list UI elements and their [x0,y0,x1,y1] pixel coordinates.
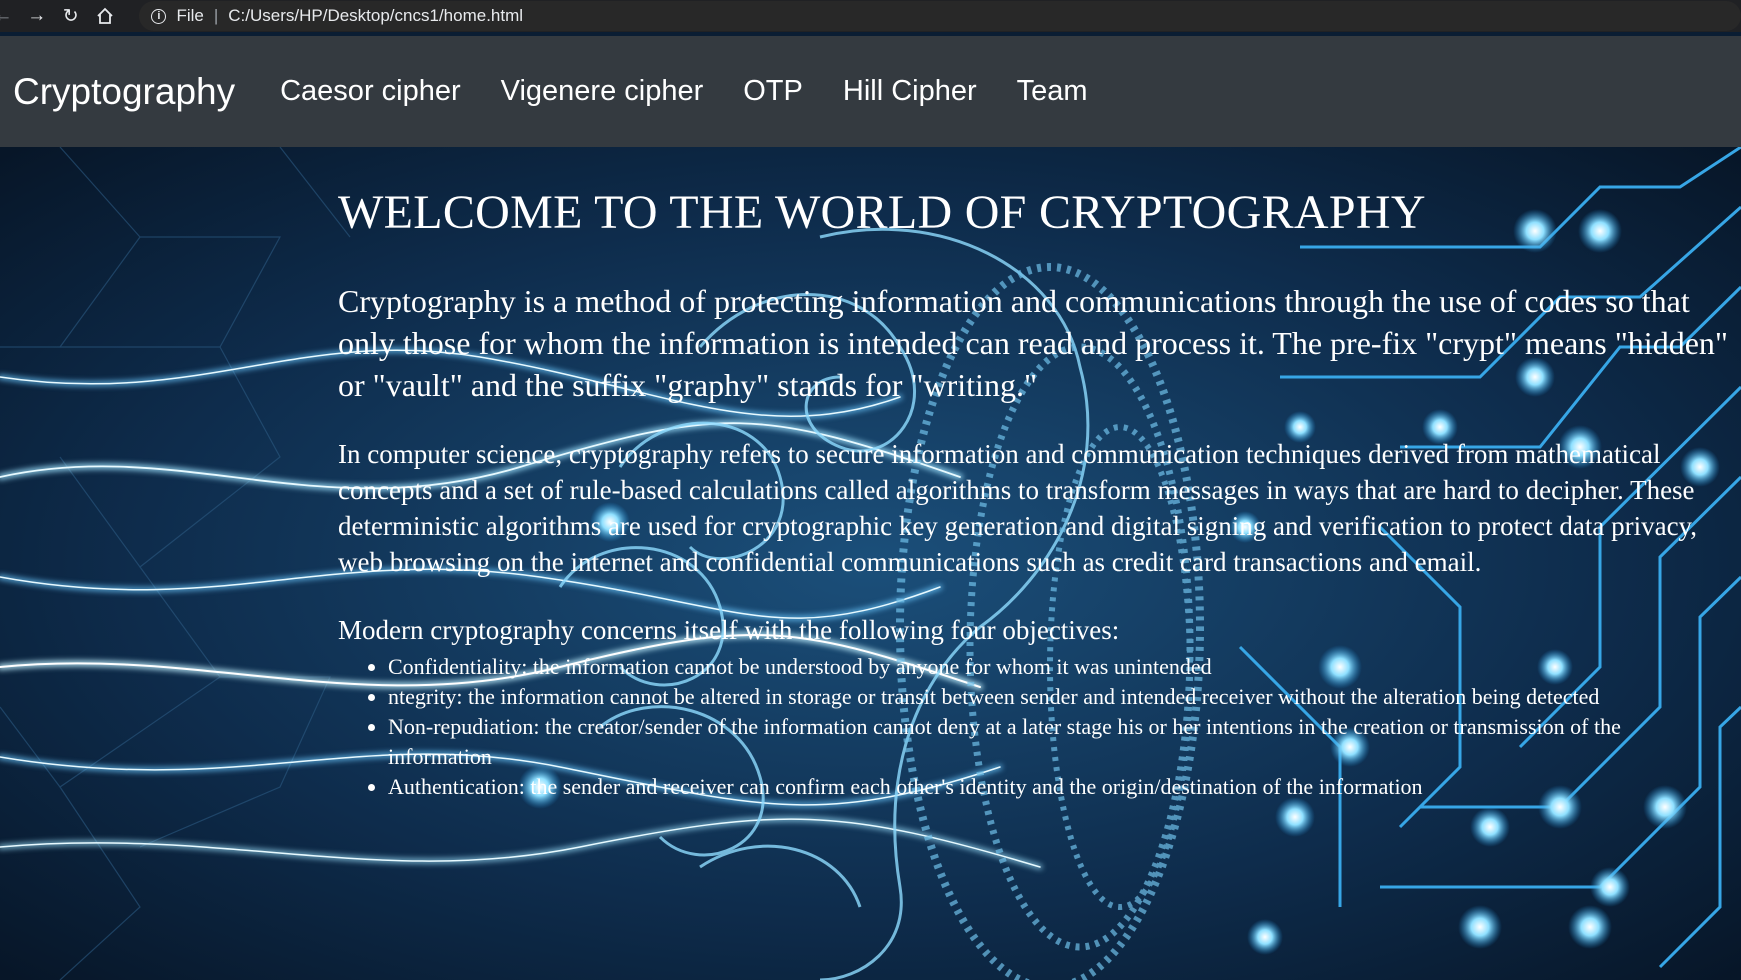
brand-link[interactable]: Cryptography [13,71,235,113]
objective-item: ntegrity: the information cannot be alte… [388,682,1728,712]
objective-item: Non-repudiation: the creator/sender of t… [388,712,1728,772]
objectives-list: Confidentiality: the information cannot … [338,652,1728,802]
home-icon[interactable] [94,5,116,27]
nav-link-caesar[interactable]: Caesor cipher [280,75,461,108]
url-text[interactable]: C:/Users/HP/Desktop/cncs1/home.html [228,6,523,26]
page-title: WELCOME TO THE WORLD OF CRYPTOGRAPHY [338,186,1426,239]
nav-link-vigenere[interactable]: Vigenere cipher [501,75,704,108]
site-navbar: Cryptography Caesor cipher Vigenere ciph… [0,36,1741,147]
address-bar[interactable]: i File | C:/Users/HP/Desktop/cncs1/home.… [139,1,1741,31]
definition-paragraph: In computer science, cryptography refers… [338,439,1698,577]
nav-link-hill[interactable]: Hill Cipher [843,75,977,108]
main-content: WELCOME TO THE WORLD OF CRYPTOGRAPHY Cry… [338,185,1728,802]
intro-paragraph: Cryptography is a method of protecting i… [338,283,1728,403]
forward-icon[interactable]: → [26,5,48,27]
objective-item: Authentication: the sender and receiver … [388,772,1728,802]
objective-item: Confidentiality: the information cannot … [388,652,1728,682]
reload-icon[interactable]: ↻ [60,5,82,27]
back-icon[interactable]: ← [0,5,14,27]
nav-link-otp[interactable]: OTP [743,75,803,108]
nav-link-team[interactable]: Team [1017,75,1088,108]
browser-toolbar: ← → ↻ i File | C:/Users/HP/Desktop/cncs1… [0,0,1741,32]
objectives-intro: Modern cryptography concerns itself with… [338,615,1120,645]
url-scheme: File [176,6,204,25]
info-icon[interactable]: i [151,8,167,24]
url-separator: | [213,6,219,25]
